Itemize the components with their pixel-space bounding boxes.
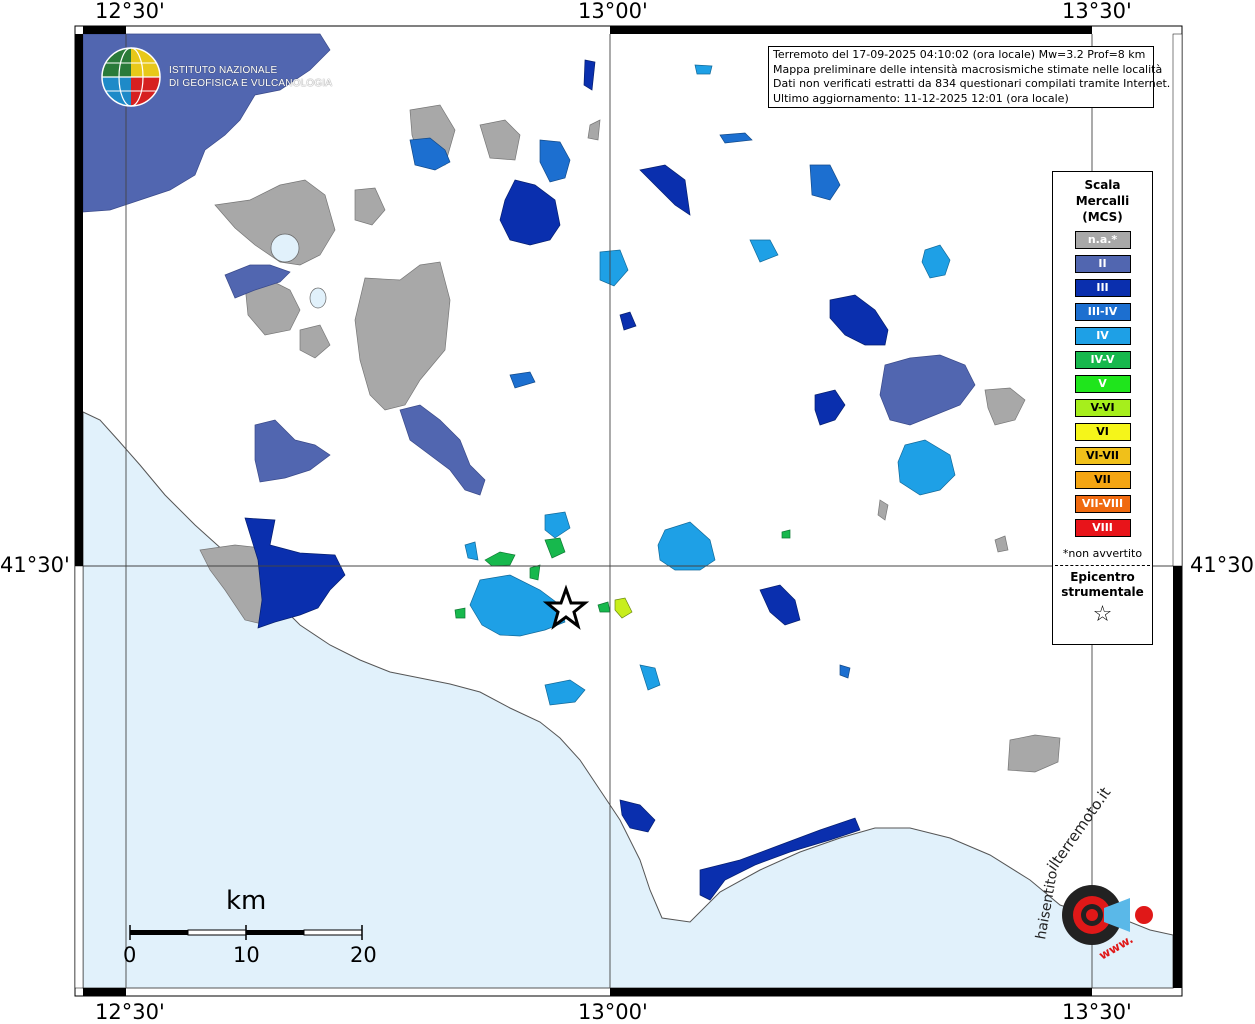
lon-label-top: 12°30' <box>95 0 165 23</box>
legend-title-line: Mercalli <box>1075 194 1130 208</box>
epicenter-star-icon: ☆ <box>1092 602 1113 627</box>
legend-title-line: Scala <box>1084 178 1121 192</box>
legend-epicenter-label: Epicentro strumentale <box>1053 570 1152 600</box>
scale-tick-label: 10 <box>233 943 260 967</box>
event-info-line: Terremoto del 17-09-2025 04:10:02 (ora l… <box>773 48 1146 61</box>
legend-swatch: II <box>1074 255 1131 273</box>
legend-swatch: III <box>1074 279 1131 297</box>
legend-swatch: VII <box>1074 471 1131 489</box>
lake <box>270 233 300 263</box>
scale-tick-label: 20 <box>350 943 377 967</box>
legend-separator <box>1055 565 1150 566</box>
legend-epicenter-line: Epicentro <box>1070 570 1135 584</box>
event-info-line: Ultimo aggiornamento: 11-12-2025 12:01 (… <box>773 91 1069 105</box>
lon-label-bottom: 13°00' <box>578 1000 648 1024</box>
legend-swatch: VI-VII <box>1074 447 1131 465</box>
scale-unit: km <box>226 886 267 916</box>
ingv-logo-text: ISTITUTO NAZIONALE DI GEOFISICA E VULCAN… <box>169 64 332 90</box>
legend-items: n.a.* II III III-IV IV IV-V V V-VI VI VI-VII VII VI… <box>1053 231 1152 537</box>
legend-swatch: VI <box>1074 423 1131 441</box>
legend-swatch: III-IV <box>1074 303 1131 321</box>
logo-line: ISTITUTO NAZIONALE <box>169 65 278 76</box>
legend-swatch: n.a.* <box>1074 231 1131 249</box>
mcs-legend: Scala Mercalli (MCS) n.a.* II III III-IV IV I… <box>1052 171 1153 645</box>
legend-swatch: V <box>1074 375 1131 393</box>
lon-label-top: 13°30' <box>1062 0 1132 23</box>
legend-swatch: IV-V <box>1074 351 1131 369</box>
lat-label-left: 41°30' <box>0 553 70 577</box>
legend-swatch: IV <box>1074 327 1131 345</box>
logo-line: DI GEOFISICA E VULCANOLOGIA <box>169 78 333 89</box>
ingv-logo-icon <box>101 47 161 107</box>
legend-swatch: V-VI <box>1074 399 1131 417</box>
event-info-line: Dati non verificati estratti da 834 ques… <box>773 77 1171 90</box>
legend-epicenter-line: strumentale <box>1061 585 1144 599</box>
lon-label-bottom: 13°30' <box>1062 1000 1132 1024</box>
lake <box>309 287 327 309</box>
event-info-box: Terremoto del 17-09-2025 04:10:02 (ora l… <box>768 46 1171 108</box>
legend-title: Scala Mercalli (MCS) <box>1053 177 1152 225</box>
legend-title-line: (MCS) <box>1082 210 1123 224</box>
scale-tick-label: 0 <box>123 943 137 967</box>
lat-label-right: 41°30' <box>1190 553 1255 577</box>
legend-note: *non avvertito <box>1062 547 1143 560</box>
legend-swatch: VIII <box>1074 519 1131 537</box>
event-info-line: Mappa preliminare delle intensità macros… <box>773 62 1163 76</box>
legend-swatch: VII-VIII <box>1074 495 1131 513</box>
lon-label-top: 13°00' <box>578 0 648 23</box>
lon-label-bottom: 12°30' <box>95 1000 165 1024</box>
